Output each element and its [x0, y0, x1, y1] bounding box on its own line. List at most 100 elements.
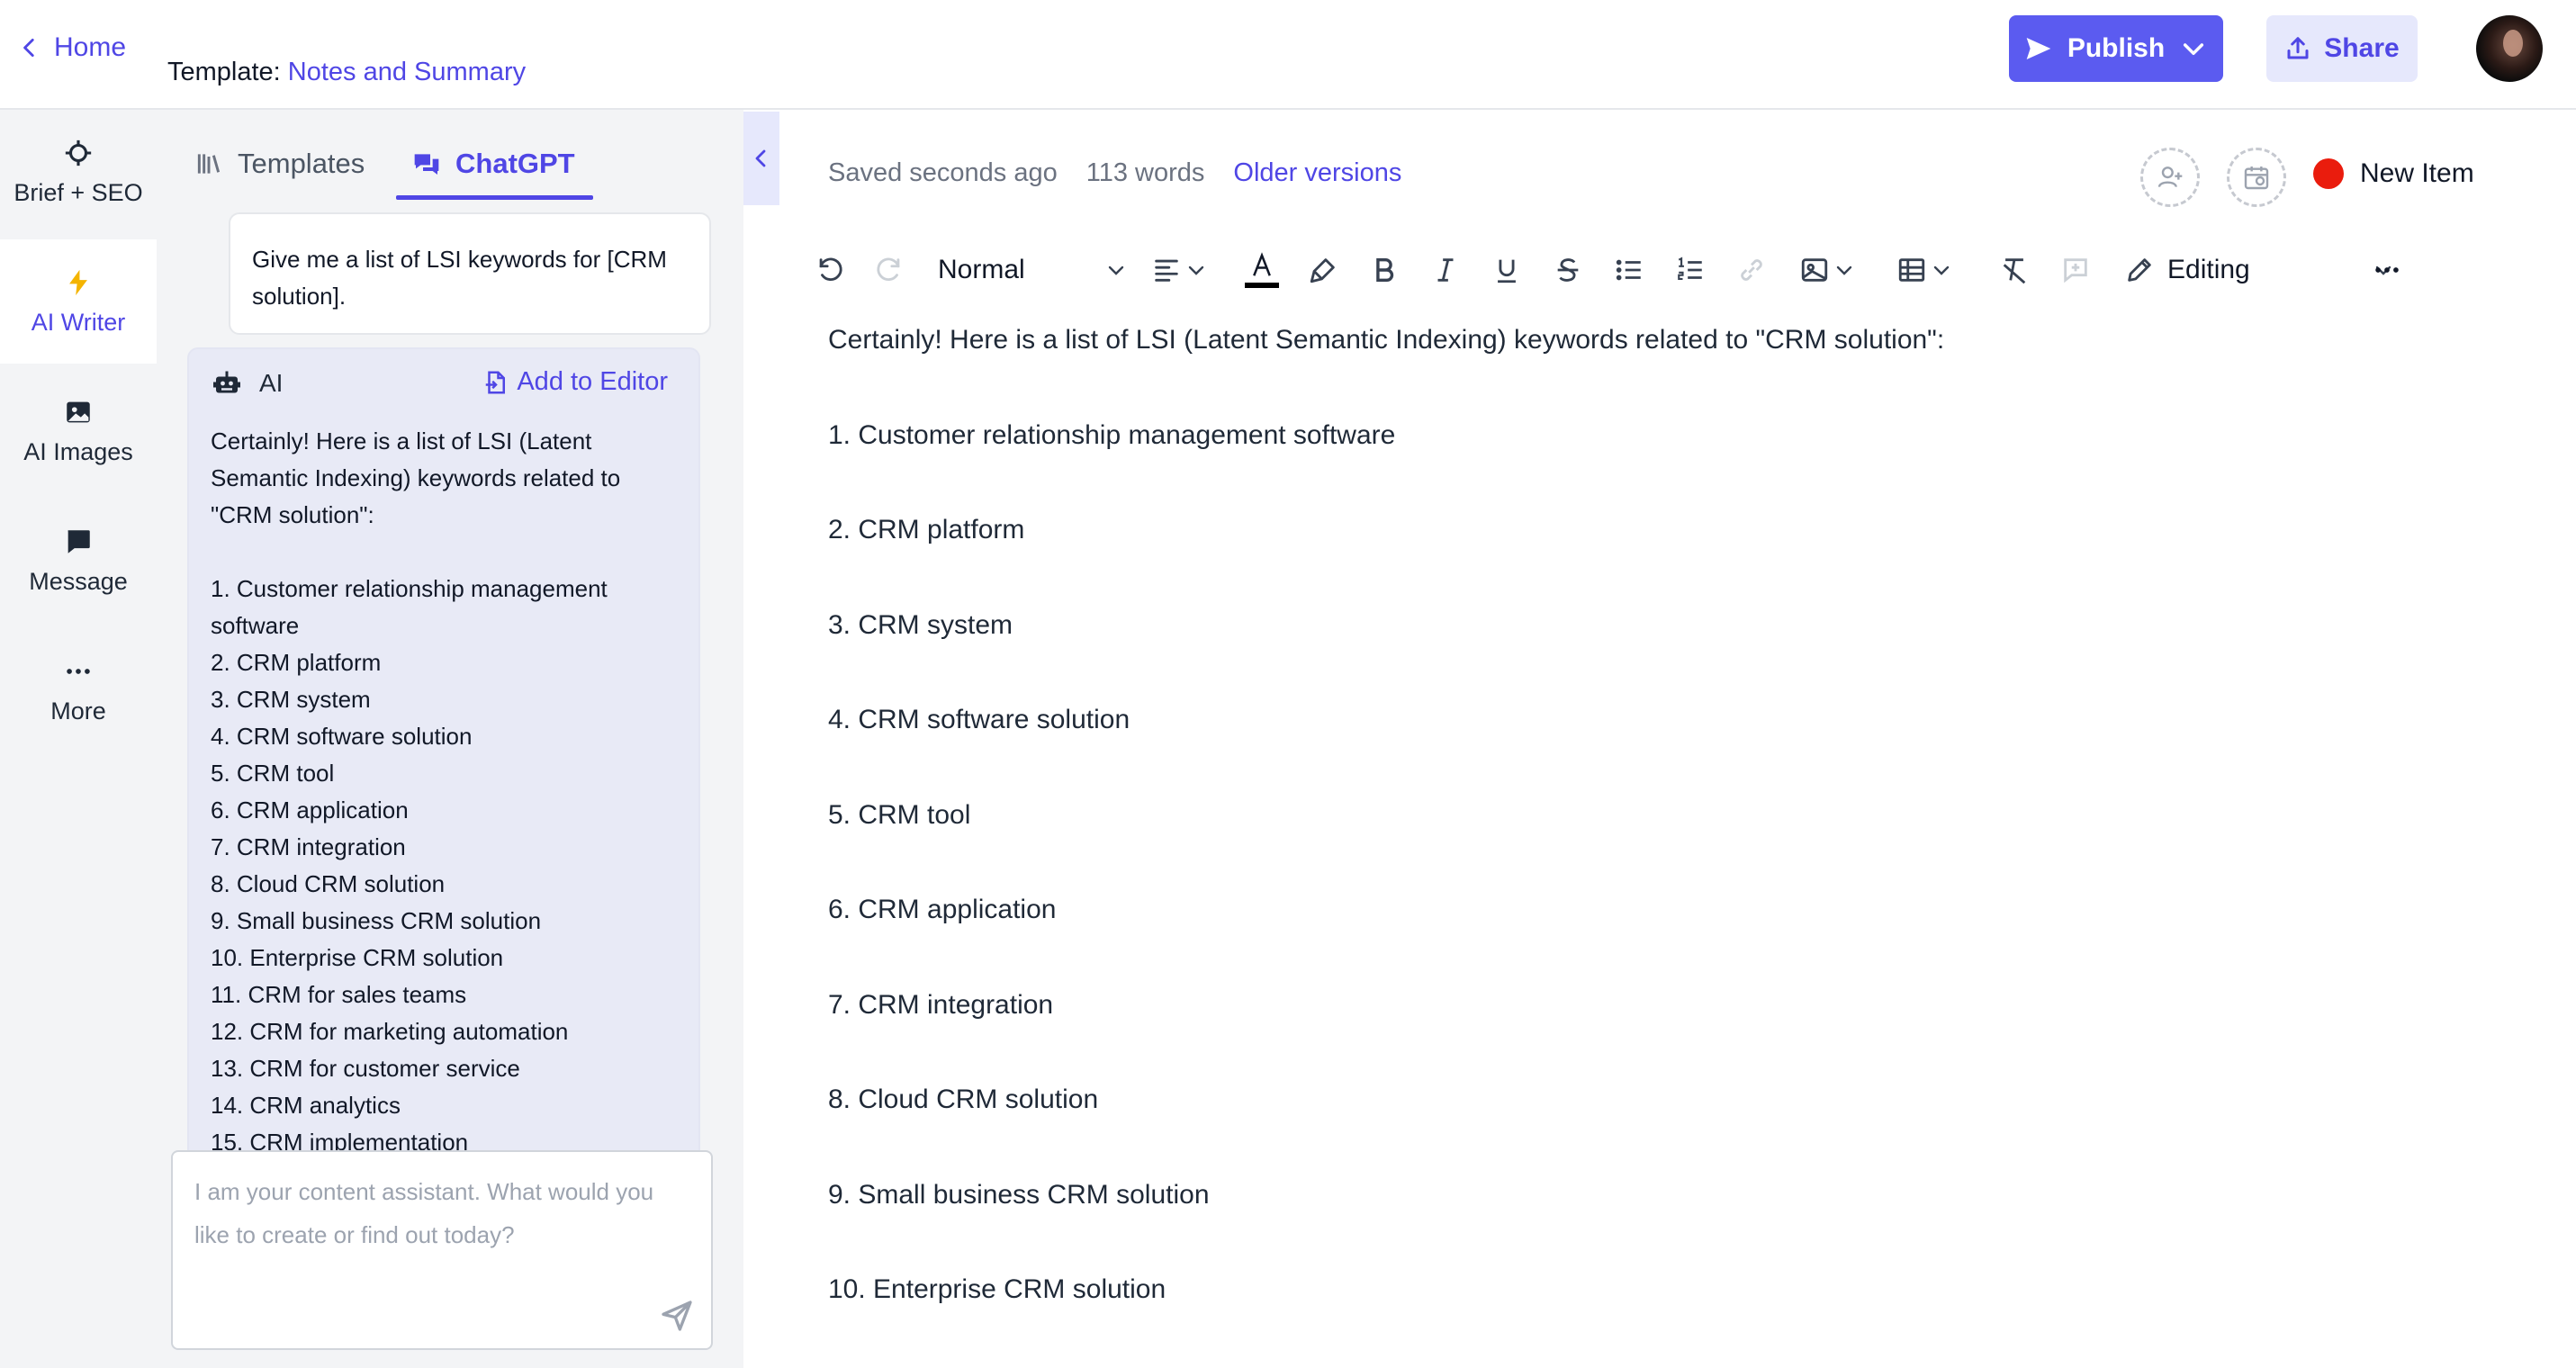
clear-format-icon [2003, 258, 2026, 284]
document-paragraph: 2. CRM platform [828, 515, 1025, 544]
add-to-editor-button[interactable]: Add to Editor [482, 367, 668, 397]
strikethrough-button[interactable] [1548, 245, 1588, 295]
comment-button[interactable] [2056, 245, 2095, 295]
numbered-list-button[interactable] [1671, 245, 1710, 295]
undo-button[interactable] [810, 245, 850, 295]
chat-icon [414, 154, 439, 175]
ai-response-card: AI Add to Editor Certainly! Here is a li… [187, 347, 700, 1247]
send-message-icon[interactable] [659, 1298, 695, 1334]
insert-image-button[interactable] [1793, 245, 1861, 295]
rail-label: More [50, 697, 106, 724]
document-paragraph: 9. Small business CRM solution [828, 1179, 1210, 1210]
add-user-icon [2157, 166, 2183, 188]
home-link[interactable]: Home [18, 32, 126, 63]
clear-format-button[interactable] [1995, 245, 2034, 295]
ai-keyword-item: 7. CRM integration [211, 833, 406, 860]
document-paragraph: 5. CRM tool [828, 799, 971, 830]
older-versions-link[interactable]: Older versions [1233, 158, 1401, 188]
underline-button[interactable] [1487, 245, 1527, 295]
rail-item-more[interactable]: More [0, 628, 157, 752]
text-style-select[interactable]: Normal [938, 245, 1127, 295]
rail-item-brief-seo[interactable]: Brief + SEO [0, 110, 157, 234]
document-meta: Saved seconds ago 113 words Older versio… [828, 158, 1401, 188]
rail-item-ai-writer[interactable]: AI Writer [0, 239, 157, 364]
document-body[interactable]: Certainly! Here is a list of LSI (Latent… [828, 315, 2448, 1360]
more-dots-icon [2375, 267, 2399, 273]
user-message: Give me a list of LSI keywords for [CRM … [229, 212, 711, 335]
undo-icon [819, 257, 842, 282]
ai-keyword-item: 11. CRM for sales teams [211, 981, 467, 1008]
insert-table-button[interactable] [1890, 245, 1959, 295]
text-color-icon [1245, 252, 1279, 288]
template-title[interactable]: Notes and Summary [288, 58, 526, 86]
bold-icon [1376, 257, 1394, 283]
text-color-button[interactable] [1242, 245, 1282, 295]
tab-templates[interactable]: Templates [194, 131, 365, 196]
publish-button[interactable]: Publish [2009, 15, 2223, 82]
collapse-panel-button[interactable] [743, 112, 779, 205]
rail-label: Message [29, 567, 128, 595]
library-icon [197, 154, 221, 174]
highlight-button[interactable] [1303, 245, 1343, 295]
rail-item-ai-images[interactable]: AI Images [0, 369, 157, 493]
ai-keyword-item: 5. CRM tool [211, 760, 335, 787]
left-rail: Brief + SEO AI Writer AI Images Message … [0, 110, 157, 1368]
ai-label: AI [259, 369, 284, 397]
rail-item-message[interactable]: Message [0, 499, 157, 623]
publish-label: Publish [2067, 33, 2166, 63]
chat-input[interactable] [194, 1170, 689, 1296]
underline-icon [1498, 259, 1516, 284]
tab-chatgpt[interactable]: ChatGPT [396, 131, 593, 200]
table-icon [1898, 258, 1925, 282]
saved-status: Saved seconds ago [828, 158, 1058, 187]
share-button[interactable]: Share [2266, 15, 2418, 82]
ai-keyword-list: 1. Customer relationship management soft… [211, 571, 679, 1161]
file-add-icon [486, 371, 506, 393]
align-button[interactable] [1145, 245, 1213, 295]
comment-icon [2064, 258, 2087, 284]
ai-keyword-item: 2. CRM platform [211, 649, 382, 676]
ai-header: AI [211, 367, 283, 400]
align-left-icon [1155, 259, 1178, 282]
add-to-editor-label: Add to Editor [517, 367, 668, 396]
redo-button[interactable] [869, 245, 909, 295]
tab-label: Templates [238, 148, 365, 179]
robot-icon [213, 371, 240, 393]
chevron-left-icon [23, 38, 34, 58]
bold-button[interactable] [1365, 245, 1404, 295]
calendar-icon [2244, 166, 2269, 190]
chevron-down-icon [2184, 43, 2204, 56]
chat-composer [171, 1150, 713, 1350]
schedule-button[interactable] [2227, 148, 2286, 207]
numbered-list-icon [1678, 256, 1702, 280]
editing-mode-select[interactable]: Editing [2124, 245, 2394, 295]
ai-intro: Certainly! Here is a list of LSI (Latent… [211, 428, 621, 528]
template-name: Template: Notes and Summary [167, 58, 526, 87]
highlighter-icon [1310, 258, 1335, 284]
chevron-left-icon [755, 149, 766, 167]
italic-icon [1437, 258, 1454, 282]
ai-keyword-item: 6. CRM application [211, 796, 409, 824]
text-style-value: Normal [938, 255, 1025, 284]
redo-icon [877, 257, 900, 282]
ai-keyword-item: 9. Small business CRM solution [211, 907, 542, 934]
editor-toolbar: Normal Editing [810, 245, 2412, 295]
bullet-list-icon [1616, 259, 1641, 281]
document-paragraph: 7. CRM integration [828, 989, 1054, 1020]
panel-tabs: Templates ChatGPT [157, 110, 743, 200]
document-paragraph: Certainly! Here is a list of LSI (Latent… [828, 325, 1945, 355]
rail-label: Brief + SEO [14, 178, 143, 206]
assign-user-button[interactable] [2140, 148, 2200, 207]
ai-keyword-item: 4. CRM software solution [211, 723, 473, 750]
status-badge[interactable]: New Item [2313, 158, 2474, 189]
bullet-list-button[interactable] [1609, 245, 1649, 295]
link-button[interactable] [1732, 245, 1771, 295]
status-label: New Item [2360, 158, 2474, 188]
chat-panel: Templates ChatGPT Give me a list of LSI … [157, 110, 743, 1368]
italic-button[interactable] [1426, 245, 1465, 295]
ai-keyword-item: 3. CRM system [211, 686, 371, 713]
more-options-button[interactable] [2367, 245, 2407, 295]
user-avatar[interactable] [2476, 15, 2543, 82]
ai-keyword-item: 14. CRM analytics [211, 1092, 401, 1119]
more-dots-icon [67, 668, 90, 674]
